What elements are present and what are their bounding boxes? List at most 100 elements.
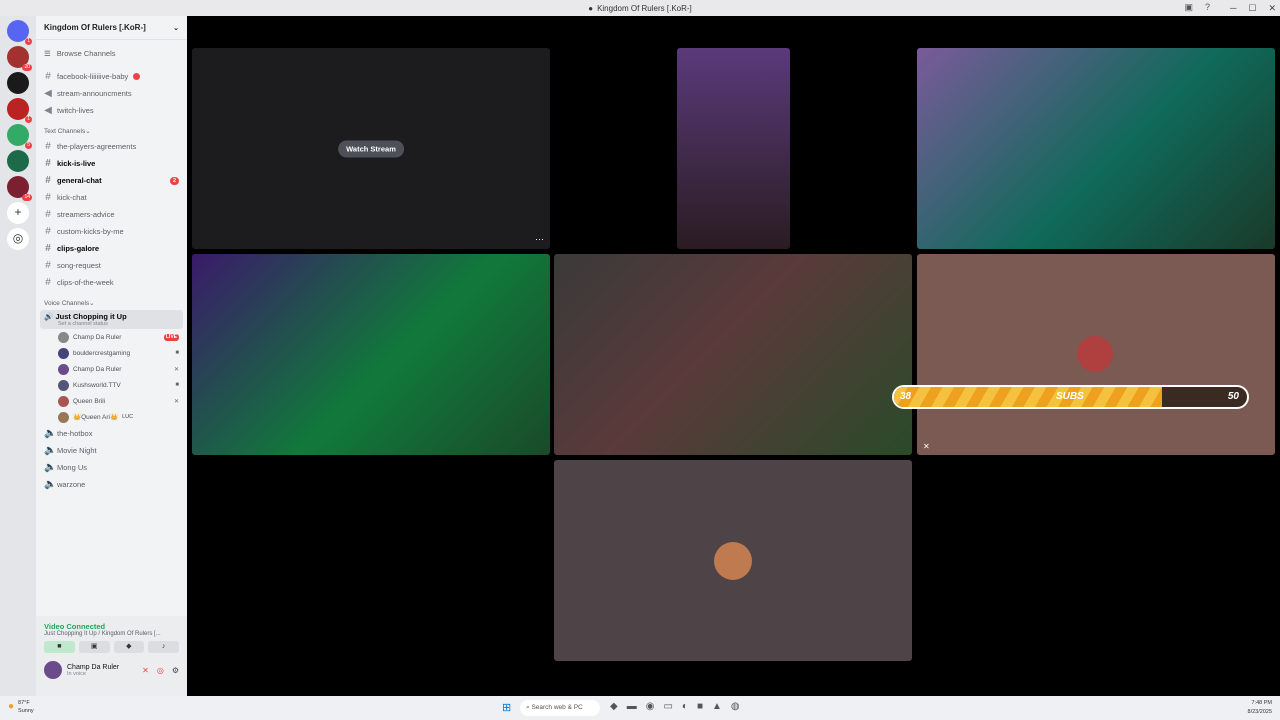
server-icon[interactable] <box>7 150 29 172</box>
announce-icon: ◀ <box>44 88 52 99</box>
voice-channel-item[interactable]: 🔈 warzone <box>36 476 187 493</box>
live-badge: LIVE <box>163 333 179 341</box>
watch-stream-button[interactable]: Watch Stream <box>338 140 404 157</box>
avatar <box>58 411 69 423</box>
avatar-tile[interactable] <box>554 460 912 661</box>
help-icon[interactable]: ? <box>1205 2 1210 13</box>
hash-icon: # <box>45 141 51 152</box>
unread-dot <box>133 73 141 80</box>
avatar-tile[interactable]: ✕ <box>917 254 1275 455</box>
channel-item[interactable]: # the-players-agreements <box>36 138 187 155</box>
discover-icon[interactable]: ◎ <box>7 228 29 250</box>
channel-item[interactable]: # kick-is-live <box>36 155 187 172</box>
video-tile[interactable] <box>192 254 550 455</box>
deafen-icon[interactable]: ◎ <box>157 666 164 675</box>
server-icon[interactable]: 5 <box>7 124 32 149</box>
category-voice-channels[interactable]: Voice Channels ⌄ <box>36 296 187 310</box>
app-icon[interactable]: ◆ <box>610 701 618 712</box>
hash-icon: # <box>45 277 51 288</box>
voice-channel-item[interactable]: 🔈 Mong Us <box>36 459 187 476</box>
voice-user[interactable]: Champ Da Ruler LIVE <box>36 329 187 345</box>
start-icon[interactable]: ⊞ <box>502 701 511 714</box>
folder-icon[interactable]: ▭ <box>663 701 672 712</box>
taskbar: ● 87°F Sunny ⊞ ⌕ Search web & PC ◆ ▬ ◉ ▭ … <box>0 696 1280 720</box>
voice-user[interactable]: Kushsworld.TTV ■ <box>36 377 187 393</box>
voice-user[interactable]: 👑Queen Ari👑 LUC <box>36 409 187 425</box>
channel-item[interactable]: # facebook-liiiiiive-baby <box>36 68 187 85</box>
server-icon[interactable]: 20 <box>7 46 32 71</box>
channel-item[interactable]: ◀ stream-announcments <box>36 85 187 102</box>
avatar <box>58 379 69 391</box>
camera-button[interactable]: ■ <box>44 641 75 653</box>
app-icon[interactable]: ▬ <box>627 701 637 712</box>
hash-icon: # <box>45 226 51 237</box>
video-stage: Watch Stream ⋯ ✕ <box>187 16 1280 696</box>
video-tile[interactable] <box>554 254 912 455</box>
hash-icon: # <box>45 209 51 220</box>
browser-icon[interactable]: ◐ <box>682 701 688 712</box>
discord-icon[interactable]: ◍ <box>731 701 740 712</box>
channel-item[interactable]: ◀ twitch-lives <box>36 102 187 119</box>
channel-item[interactable]: # song-request <box>36 257 187 274</box>
speaker-icon: 🔈 <box>44 462 57 473</box>
chevron-down-icon: ⌄ <box>173 24 179 32</box>
hash-icon: # <box>45 243 51 254</box>
voice-channel-item[interactable]: 🔈 Movie Night <box>36 442 187 459</box>
channel-item[interactable]: # kick-chat <box>36 189 187 206</box>
taskbar-search[interactable]: ⌕ Search web & PC <box>520 700 600 716</box>
video-tile[interactable] <box>917 48 1275 249</box>
more-icon[interactable]: ⋯ <box>535 234 544 245</box>
active-voice-channel[interactable]: 🔊 Just Chopping it Up Set a channel stat… <box>40 310 183 329</box>
weather-widget[interactable]: ● 87°F Sunny <box>8 699 34 715</box>
server-icon[interactable]: 1 <box>7 98 32 123</box>
voice-channel-item[interactable]: 🔈 the-hotbox <box>36 425 187 442</box>
screen-share-button[interactable]: ▣ <box>78 641 110 653</box>
camera-icon: ■ <box>175 382 179 388</box>
user-panel: Video Connected Just Chopping It Up / Ki… <box>36 616 187 696</box>
maximize-button[interactable]: ☐ <box>1248 3 1256 14</box>
mic-muted-icon[interactable]: ✕ <box>142 666 149 675</box>
subs-label: SUBS <box>1056 391 1084 402</box>
app-icon[interactable]: ▲ <box>712 701 722 712</box>
speaker-icon: 🔈 <box>44 445 57 456</box>
app-icon: ● <box>588 3 594 13</box>
channel-item[interactable]: # clips-of-the-week <box>36 274 187 291</box>
avatar[interactable] <box>44 661 62 679</box>
home-button[interactable]: 1 <box>7 20 32 45</box>
minimize-button[interactable]: ─ <box>1230 3 1236 13</box>
channel-status[interactable]: Set a channel status <box>44 321 179 327</box>
avatar <box>58 347 69 359</box>
stream-tile[interactable]: Watch Stream ⋯ <box>192 48 550 249</box>
voice-user[interactable]: bouldercrestgaming ■ <box>36 345 187 361</box>
server-icon[interactable] <box>7 72 29 94</box>
server-rail: 1 20 1 5 14 + ◎ <box>0 16 36 696</box>
category-text-channels[interactable]: Text Channels ⌄ <box>36 124 187 138</box>
speaker-icon: 🔈 <box>44 479 57 490</box>
window-title: ● Kingdom Of Rulers [.KoR-] <box>588 3 692 13</box>
mention-badge: 2 <box>169 176 179 185</box>
close-button[interactable]: ✕ <box>1268 3 1276 14</box>
hash-icon: # <box>45 192 51 203</box>
browse-channels-button[interactable]: ☰ Browse Channels <box>36 44 187 62</box>
video-tile[interactable] <box>677 48 790 249</box>
gear-icon[interactable]: ⚙ <box>172 666 179 675</box>
channel-item[interactable]: # streamers-advice <box>36 206 187 223</box>
app-icon[interactable]: ◉ <box>646 701 655 712</box>
inbox-icon[interactable]: ▣ <box>1184 2 1193 13</box>
add-server-icon[interactable]: + <box>7 202 29 224</box>
channel-item[interactable]: # custom-kicks-by-me <box>36 223 187 240</box>
voice-user[interactable]: Queen Brili ✕ <box>36 393 187 409</box>
channel-item[interactable]: # general-chat 2 <box>36 172 187 189</box>
channel-item[interactable]: # clips-galore <box>36 240 187 257</box>
guild-header[interactable]: Kingdom Of Rulers [.KoR-] ⌄ <box>36 16 187 40</box>
app-icon[interactable]: ■ <box>697 701 703 712</box>
soundboard-button[interactable]: ♪ <box>148 641 179 653</box>
system-tray[interactable]: 7:48 PM 8/23/2025 <box>1248 699 1272 717</box>
server-icon[interactable]: 14 <box>7 176 32 201</box>
voice-user[interactable]: Champ Da Ruler ✕ <box>36 361 187 377</box>
activity-button[interactable]: ◆ <box>113 641 145 653</box>
voice-location[interactable]: Just Chopping It Up / Kingdom Of Rulers … <box>44 631 179 637</box>
camera-icon: ■ <box>175 350 179 356</box>
channel-sidebar: Kingdom Of Rulers [.KoR-] ⌄ ☰ Browse Chann… <box>36 16 187 696</box>
avatar <box>58 395 69 407</box>
